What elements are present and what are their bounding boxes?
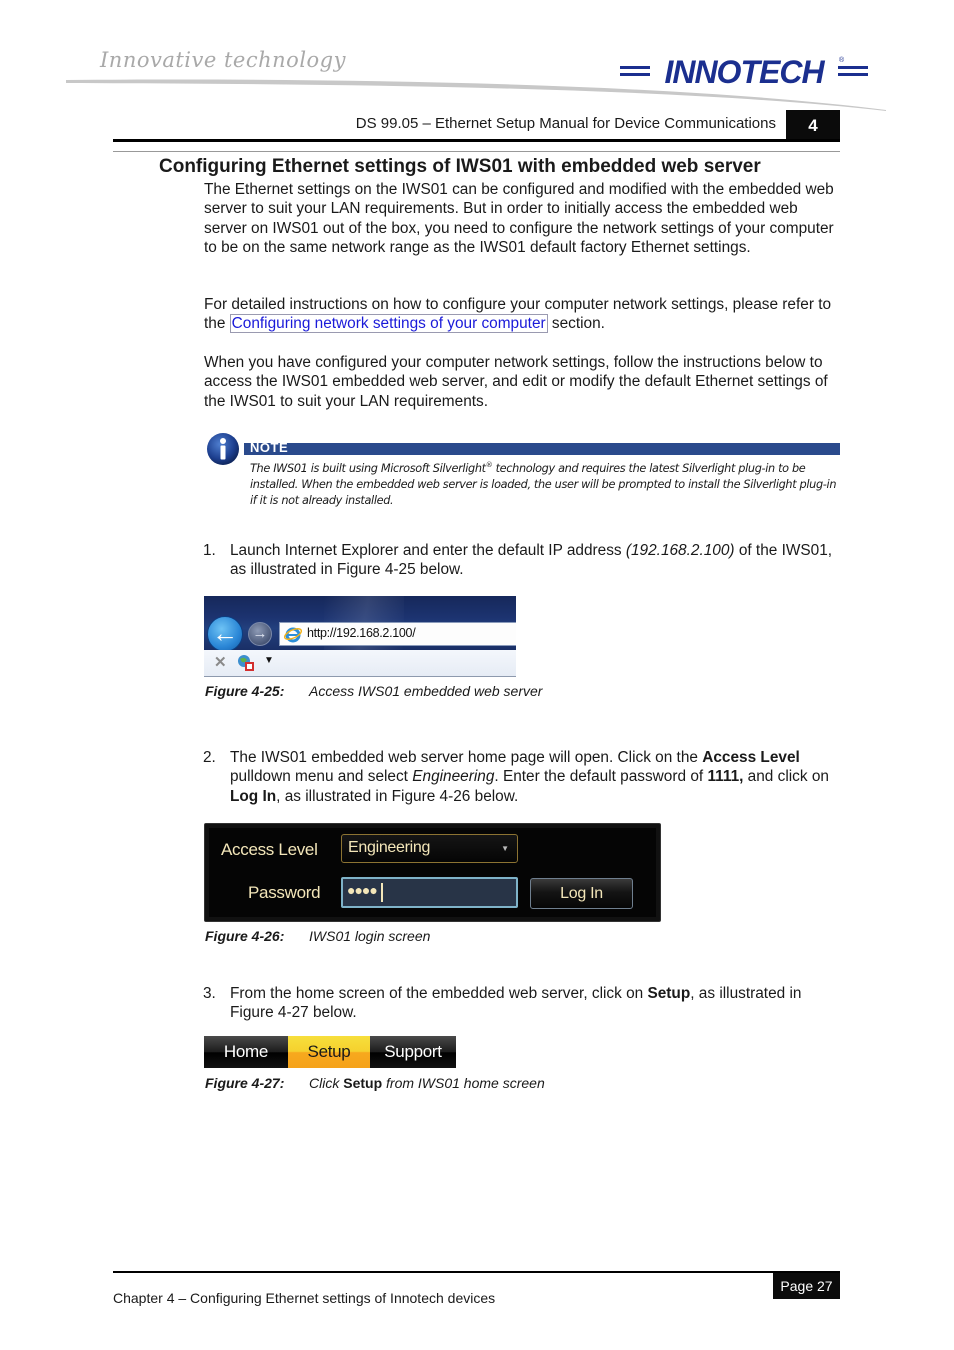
step-text: From the home screen of the embedded web…	[230, 984, 843, 1023]
step-text-part: , as illustrated in Figure 4-26 below.	[276, 787, 519, 805]
nav-tab-setup[interactable]: Setup	[288, 1036, 370, 1068]
reference-text-after: section.	[547, 315, 605, 333]
step-text: The IWS01 embedded web server home page …	[230, 748, 843, 806]
chevron-down-icon: ▼	[501, 844, 509, 853]
page-number-badge: Page 27	[773, 1273, 840, 1299]
figure-4-25-caption: Figure 4-25: Access IWS01 embedded web se…	[205, 683, 542, 699]
step-1: 1. Launch Internet Explorer and enter th…	[203, 541, 843, 580]
access-level-label: Access Level	[221, 840, 318, 859]
stop-icon[interactable]: ✕	[214, 653, 227, 671]
forward-arrow-icon[interactable]: →	[248, 622, 272, 646]
header-tagline: Innovative technology	[100, 48, 346, 72]
access-level-value: Engineering	[348, 839, 431, 856]
browser-address-bar[interactable]: http://192.168.2.100/	[279, 622, 516, 646]
innotech-logo: INNOTECH ®	[620, 54, 868, 88]
figure-login-screen: Access Level Engineering ▼ Password ●●●●…	[204, 823, 661, 922]
browser-toolbar: ✕ ▼	[204, 650, 516, 677]
step-text-part: Launch Internet Explorer and enter the d…	[230, 542, 626, 559]
footer-chapter-text: Chapter 4 – Configuring Ethernet setting…	[113, 1290, 496, 1306]
document-title: DS 99.05 – Ethernet Setup Manual for Dev…	[355, 115, 776, 132]
note-label: NOTE	[250, 440, 289, 455]
figure-number: Figure 4-26:	[205, 928, 285, 944]
step-text: Launch Internet Explorer and enter the d…	[230, 541, 843, 580]
figure-nav-bar: Home Setup Support	[204, 1036, 456, 1068]
section-heading: Configuring Ethernet settings of IWS01 w…	[159, 156, 761, 177]
back-arrow-icon[interactable]: ←	[207, 616, 243, 652]
chapter-number-badge: 4	[786, 110, 840, 140]
step-text-part: The IWS01 embedded web server home page …	[230, 749, 703, 766]
step-text-part: and click on	[743, 768, 829, 786]
step-2: 2. The IWS01 embedded web server home pa…	[203, 748, 843, 806]
step-text-part: pulldown menu and select	[230, 768, 413, 786]
bold-setup: Setup	[647, 985, 691, 1002]
password-label: Password	[248, 883, 321, 902]
compatibility-view-icon[interactable]	[237, 654, 255, 672]
italic-engineering: Engineering	[412, 768, 495, 786]
bold-password: 1111,	[707, 768, 744, 786]
figure-number: Figure 4-25:	[205, 683, 285, 699]
browser-url: http://192.168.2.100/	[307, 626, 416, 640]
cross-reference-link[interactable]: Configuring network settings of your com…	[229, 314, 548, 334]
step-number: 3.	[203, 985, 216, 1002]
header-divider-thin	[113, 151, 840, 152]
logo-registered-mark: ®	[839, 56, 845, 64]
intro-paragraph: The Ethernet settings on the IWS01 can b…	[204, 181, 834, 256]
note-text-part1: The IWS01 is built using Microsoft Silve…	[250, 461, 486, 475]
reference-paragraph: For detailed instructions on how to conf…	[204, 295, 844, 334]
note-text: The IWS01 is built using Microsoft Silve…	[250, 457, 844, 509]
step-number: 1.	[203, 542, 216, 559]
footer-divider	[113, 1271, 840, 1273]
bold-log-in: Log In	[230, 787, 277, 805]
text-cursor	[381, 883, 383, 902]
ip-address: (192.168.2.100)	[625, 542, 735, 559]
logo-text: INNOTECH	[664, 54, 825, 88]
header-divider	[113, 139, 840, 142]
step-text-part: From the home screen of the embedded web…	[230, 985, 648, 1002]
figure-number: Figure 4-27:	[205, 1075, 285, 1091]
nav-tab-home[interactable]: Home	[204, 1036, 288, 1068]
step-3: 3. From the home screen of the embedded …	[203, 984, 843, 1023]
figure-caption-text: Click	[309, 1075, 344, 1091]
log-in-button[interactable]: Log In	[530, 878, 633, 909]
instructions-paragraph: When you have configured your computer n…	[204, 354, 828, 410]
step-text-part: . Enter the default password of	[494, 768, 708, 786]
note-banner	[244, 443, 840, 455]
nav-tab-support[interactable]: Support	[370, 1036, 456, 1068]
password-field[interactable]: ●●●●	[341, 877, 518, 908]
figure-4-27-caption: Figure 4-27: Click Setup from IWS01 home …	[205, 1075, 545, 1091]
figure-caption-text: from IWS01 home screen	[382, 1075, 545, 1091]
figure-caption-bold: Setup	[343, 1075, 383, 1091]
figure-caption-text: IWS01 login screen	[309, 928, 431, 944]
bold-access-level: Access Level	[702, 749, 800, 766]
dropdown-icon[interactable]: ▼	[264, 655, 274, 666]
step-number: 2.	[203, 749, 216, 766]
figure-browser-address-bar: ← → http://192.168.2.100/ ✕ ▼	[204, 596, 516, 678]
figure-caption-text: Access IWS01 embedded web server	[309, 683, 543, 699]
access-level-select[interactable]: Engineering ▼	[341, 834, 518, 863]
internet-explorer-icon	[284, 627, 302, 643]
info-icon	[207, 433, 239, 465]
password-value: ●●●●	[347, 882, 378, 898]
figure-4-26-caption: Figure 4-26: IWS01 login screen	[205, 928, 430, 944]
